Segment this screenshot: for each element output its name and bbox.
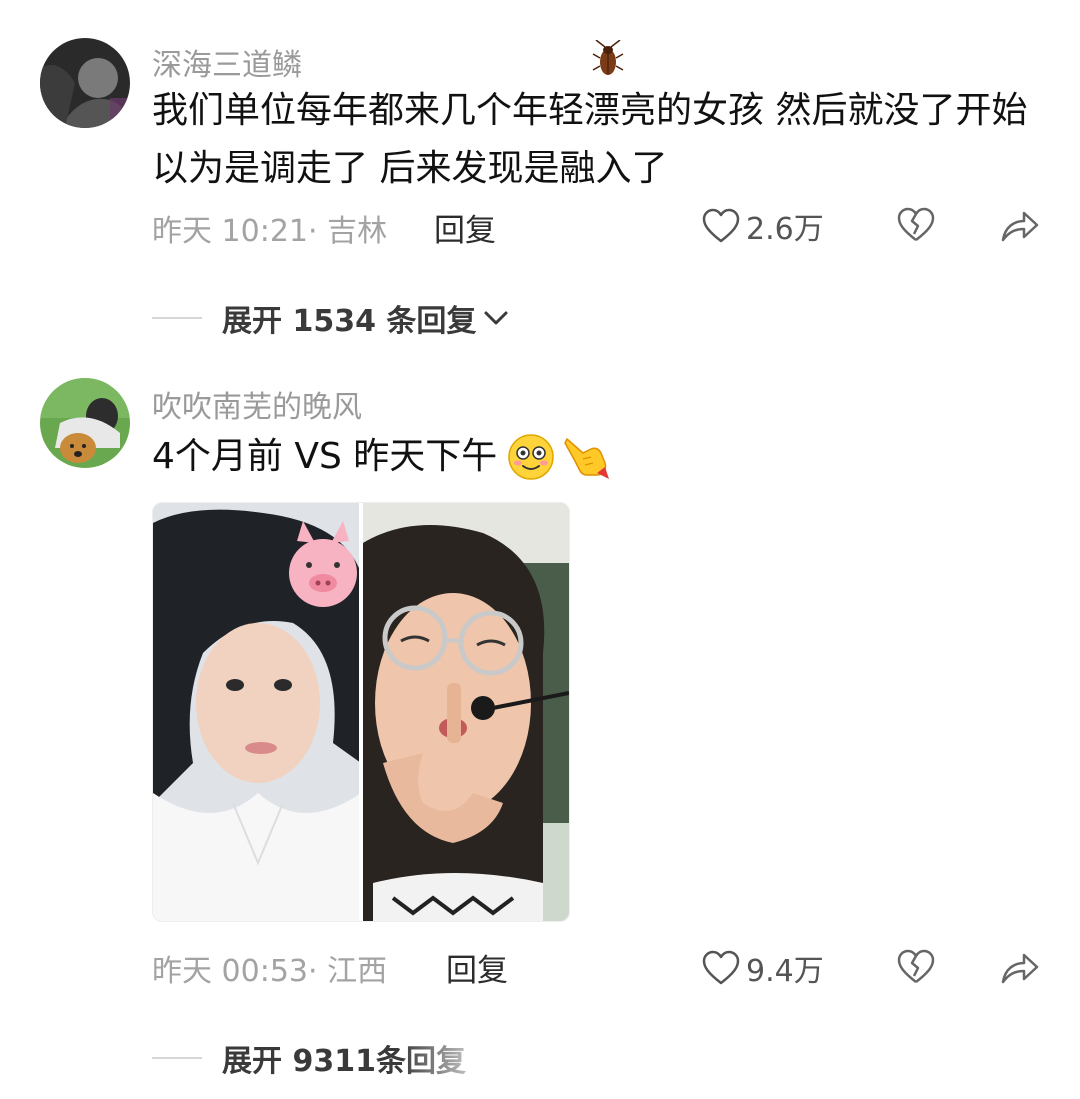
- username[interactable]: 深海三道鳞: [152, 40, 302, 84]
- heart-outline-icon: [702, 208, 740, 243]
- smiley-dizzy-icon: [508, 434, 555, 480]
- comment-text: 4个月前 VS 昨天下午: [152, 428, 1052, 486]
- broken-heart-icon: [897, 949, 935, 983]
- avatar[interactable]: [40, 38, 130, 128]
- comment-item: 深海三道鳞 我们单位每年都来几个年轻漂亮的女孩 然后就没了开始以为是调走了 后来…: [0, 0, 1080, 360]
- comment-item: 吹吹南芜的晚风 4个月前 VS 昨天下午 昨天 00:53· 江西 回复 9.4…: [0, 360, 1080, 1099]
- share-arrow-icon: [1001, 211, 1039, 242]
- comment-image[interactable]: [152, 502, 570, 922]
- reply-button[interactable]: 回复: [446, 945, 508, 990]
- like-count: 9.4万: [746, 954, 824, 989]
- like-button[interactable]: 9.4万: [702, 946, 824, 990]
- avatar[interactable]: [40, 378, 130, 468]
- share-button[interactable]: [1000, 950, 1040, 986]
- bottom-fade-overlay: [400, 1038, 700, 1099]
- dislike-button[interactable]: [896, 948, 936, 986]
- comment-meta: 昨天 00:53· 江西: [152, 954, 388, 989]
- chevron-down-icon: [484, 311, 508, 325]
- pointing-hand-icon: [564, 438, 610, 479]
- heart-outline-icon: [702, 950, 740, 985]
- share-arrow-icon: [1001, 953, 1039, 984]
- expand-replies-label: 展开 1534 条回复: [222, 304, 477, 339]
- comment-meta: 昨天 10:21· 吉林: [152, 214, 388, 249]
- expand-replies-button[interactable]: 展开 1534 条回复: [152, 296, 510, 340]
- broken-heart-icon: [897, 207, 935, 241]
- dislike-button[interactable]: [896, 206, 936, 244]
- divider-line: [152, 1057, 202, 1059]
- like-count: 2.6万: [746, 212, 824, 247]
- cockroach-icon: [592, 39, 624, 80]
- comment-text: 我们单位每年都来几个年轻漂亮的女孩 然后就没了开始以为是调走了 后来发现是融入了: [152, 90, 1028, 189]
- username[interactable]: 吹吹南芜的晚风: [152, 382, 362, 426]
- reply-button[interactable]: 回复: [434, 205, 496, 250]
- share-button[interactable]: [1000, 208, 1040, 244]
- divider-line: [152, 317, 202, 319]
- like-button[interactable]: 2.6万: [702, 204, 824, 248]
